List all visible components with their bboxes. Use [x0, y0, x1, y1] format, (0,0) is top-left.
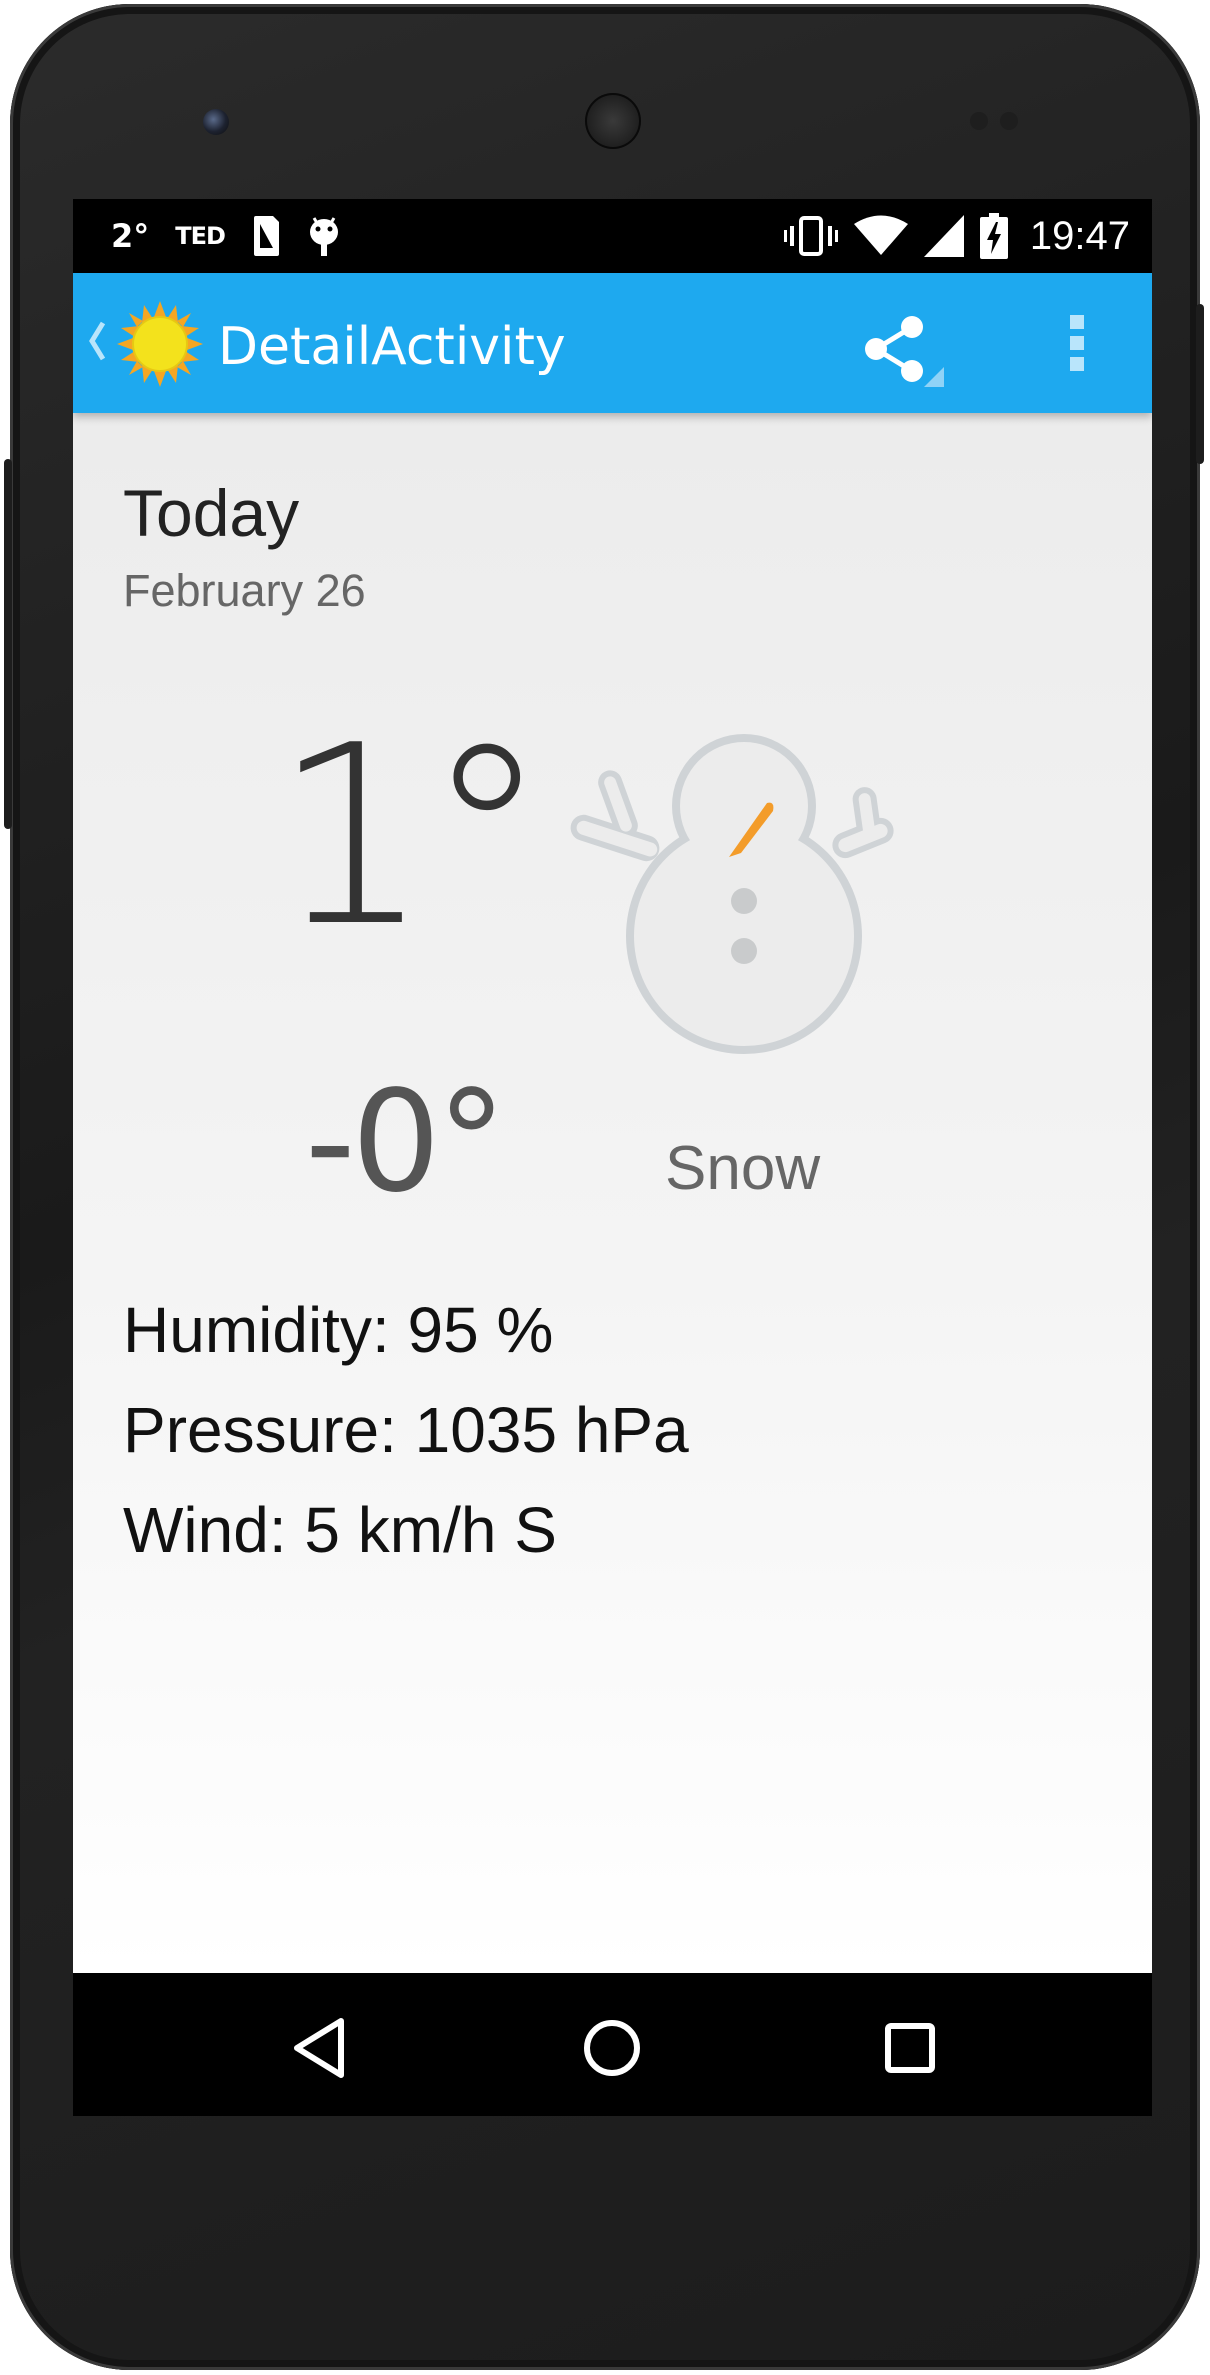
detail-content: Today February 26 1° -0° Snow Humidity: …: [73, 413, 1152, 1973]
power-button: [4, 459, 12, 829]
proximity-sensor: [970, 112, 988, 130]
system-status-area: 19:47: [783, 211, 1130, 261]
notification-area: 2° TED: [111, 213, 341, 259]
earpiece-speaker: [585, 93, 641, 149]
action-bar: DetailActivity: [73, 273, 1152, 413]
android-icon: [309, 217, 338, 256]
vibrate-icon: [783, 216, 838, 256]
navigation-bar: [73, 1973, 1152, 2116]
light-sensor: [1000, 112, 1018, 130]
wifi-icon: [853, 215, 908, 255]
notification-ted: TED: [175, 222, 226, 250]
share-icon[interactable]: [858, 309, 948, 389]
date-label: February 26: [123, 565, 366, 616]
battery-charging-icon: [979, 213, 1008, 259]
snowman-icon: [570, 734, 894, 1054]
notification-temperature: 2°: [111, 217, 150, 255]
up-chevron-icon[interactable]: [87, 319, 107, 363]
back-icon[interactable]: [285, 2013, 355, 2083]
status-bar: 2° TED 19:47: [73, 199, 1152, 273]
day-label: Today: [123, 476, 300, 550]
wind-label: Wind: 5 km/h S: [123, 1494, 557, 1566]
pressure-label: Pressure: 1035 hPa: [123, 1394, 689, 1466]
recents-icon[interactable]: [875, 2013, 945, 2083]
front-camera: [203, 109, 229, 135]
status-time: 19:47: [1029, 213, 1130, 258]
low-temperature: -0°: [305, 1061, 507, 1224]
weather-description: Snow: [665, 1134, 821, 1203]
high-temperature: 1°: [273, 693, 549, 981]
action-bar-title: DetailActivity: [218, 317, 566, 377]
home-icon[interactable]: [577, 2013, 647, 2083]
signal-icon: [923, 215, 964, 257]
humidity-label: Humidity: 95 %: [123, 1294, 554, 1366]
volume-button: [1196, 304, 1204, 464]
phone-frame: 2° TED 19:47 DetailActivity Today Februa…: [4, 4, 1204, 2370]
sun-logo-icon[interactable]: [117, 301, 203, 387]
overflow-menu-icon[interactable]: [1057, 313, 1097, 373]
screen: 2° TED 19:47 DetailActivity Today Februa…: [73, 199, 1152, 2116]
sim-card-icon: [253, 216, 279, 256]
